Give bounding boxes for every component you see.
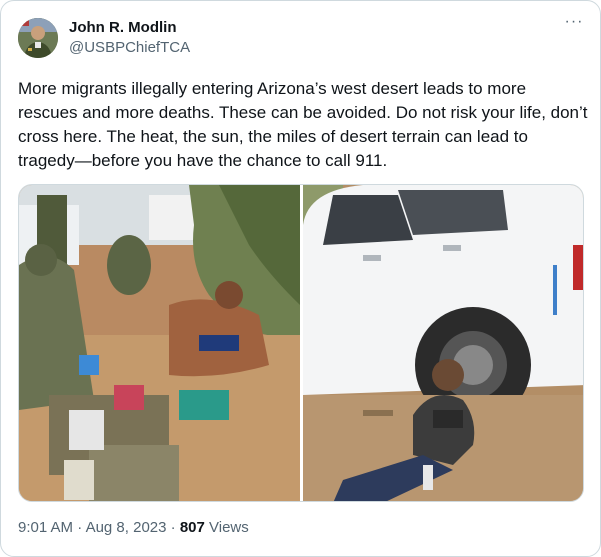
photo-truck-scene[interactable]: [303, 185, 583, 501]
author-handle[interactable]: @USBPChiefTCA: [69, 39, 190, 56]
more-horizontal-icon[interactable]: ···: [563, 14, 585, 35]
meta-separator: ·: [77, 519, 83, 536]
tweet-time[interactable]: 9:01 AM: [18, 519, 73, 536]
author-name[interactable]: John R. Modlin: [69, 19, 176, 36]
tweet-card: John R. Modlin @USBPChiefTCA ··· More mi…: [0, 0, 601, 557]
photo-rescue-scene[interactable]: [19, 185, 300, 501]
tweet-text: More migrants illegally entering Arizona…: [18, 79, 588, 170]
meta-separator: ·: [170, 519, 176, 536]
tweet-meta: 9:01 AM · Aug 8, 2023 · 807 Views: [18, 519, 249, 536]
views-label: Views: [209, 519, 249, 536]
views-count[interactable]: 807: [180, 519, 205, 536]
tweet-date[interactable]: Aug 8, 2023: [86, 519, 167, 536]
media-grid: [18, 184, 584, 502]
avatar[interactable]: [18, 18, 58, 58]
